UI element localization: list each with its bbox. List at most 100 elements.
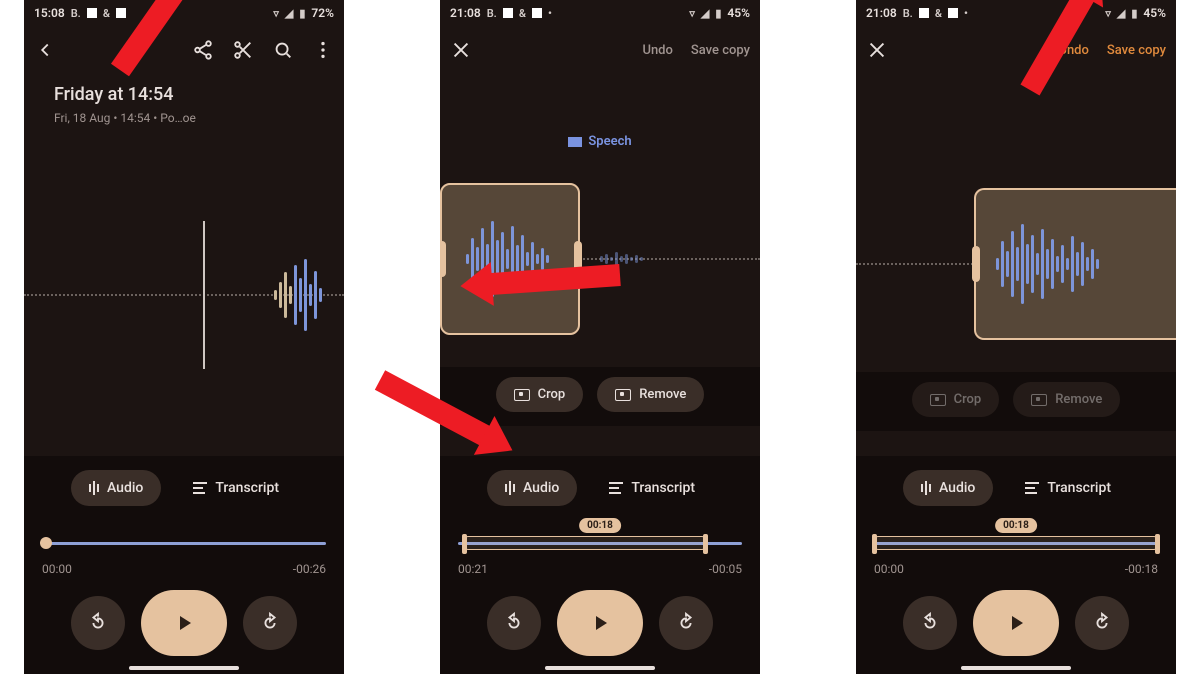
signal-icon: ◢ (701, 7, 709, 20)
seek-range-handle-right[interactable] (703, 534, 708, 554)
time-end: -00:18 (1125, 562, 1158, 576)
crop-handle-left[interactable] (972, 246, 980, 282)
seek-range[interactable] (464, 536, 706, 550)
player-tabs: Audio Transcript (874, 470, 1158, 506)
signal-icon: ◢ (1117, 7, 1125, 20)
battery-icon: ▮ (715, 7, 721, 20)
status-icon-b: B. (71, 7, 81, 20)
remove-label: Remove (1055, 392, 1102, 407)
player-tabs: Audio Transcript (458, 470, 742, 506)
search-icon[interactable] (272, 39, 294, 61)
status-dot-icon: • (964, 7, 968, 20)
crop-handle-left[interactable] (440, 241, 446, 277)
waveform-bars-outside (600, 252, 643, 266)
waveform-area[interactable] (440, 169, 760, 349)
crop-handle-right[interactable] (574, 241, 582, 277)
recording-title[interactable]: Friday at 14:54 (54, 84, 314, 105)
status-bar: 15:08 B. & ▿ ◢ ▮ 72% (24, 0, 344, 26)
recording-subtitle: Fri, 18 Aug • 14:54 • Po…oe (54, 111, 314, 125)
forward-button[interactable] (659, 596, 713, 650)
status-time: 21:08 (450, 6, 481, 20)
playback-controls (458, 590, 742, 656)
crop-action-row: Crop Remove (440, 367, 760, 426)
close-icon[interactable] (866, 39, 888, 61)
tab-audio[interactable]: Audio (71, 470, 161, 506)
status-app-icon (116, 8, 126, 18)
rewind-button[interactable] (903, 596, 957, 650)
remove-icon (1031, 394, 1047, 406)
save-copy-button[interactable]: Save copy (691, 43, 750, 58)
crop-icon (514, 389, 530, 401)
share-icon[interactable] (192, 39, 214, 61)
tab-transcript[interactable]: Transcript (591, 470, 713, 506)
waveform-area[interactable] (24, 165, 344, 425)
undo-button[interactable]: Undo (642, 43, 672, 58)
nav-pill[interactable] (961, 666, 1071, 670)
seek-bar[interactable]: 00:18 (458, 524, 742, 558)
play-button[interactable] (557, 590, 643, 656)
remove-label: Remove (639, 387, 686, 402)
tab-transcript[interactable]: Transcript (175, 470, 297, 506)
save-copy-button[interactable]: Save copy (1107, 43, 1166, 58)
scissors-icon[interactable] (232, 39, 254, 61)
player-panel: Audio Transcript 00:00 -00:26 (24, 456, 344, 674)
seek-bar[interactable]: 00:18 (874, 524, 1158, 558)
player-panel: Audio Transcript 00:18 00:00 -00:18 (856, 456, 1176, 674)
time-end: -00:05 (709, 562, 742, 576)
status-icon-amp: & (935, 7, 942, 20)
rewind-button[interactable] (487, 596, 541, 650)
audio-icon (921, 481, 931, 495)
player-panel: Audio Transcript 00:18 00:21 -00:05 (440, 456, 760, 674)
seek-badge: 00:18 (579, 518, 621, 533)
waveform-bars (274, 259, 322, 331)
status-app-icon (919, 8, 929, 18)
seek-range-handle-right[interactable] (1155, 534, 1160, 554)
audio-icon (505, 481, 515, 495)
top-bar (24, 26, 344, 74)
back-icon[interactable] (34, 39, 56, 61)
wifi-icon: ▿ (1105, 7, 1111, 20)
speech-chip: Speech (440, 134, 760, 149)
crop-label: Crop (954, 392, 982, 407)
phone-screen-3: 21:08 B. & • ▿ ◢ ▮ 45% Undo (856, 0, 1176, 674)
seek-range-handle-left[interactable] (872, 534, 877, 554)
tab-transcript[interactable]: Transcript (1007, 470, 1129, 506)
player-tabs: Audio Transcript (42, 470, 326, 506)
status-time: 15:08 (34, 6, 65, 20)
transcript-icon (193, 482, 207, 494)
seek-range[interactable] (874, 536, 1158, 550)
nav-pill[interactable] (129, 666, 239, 670)
nav-pill[interactable] (545, 666, 655, 670)
rewind-button[interactable] (71, 596, 125, 650)
seek-bar[interactable] (42, 524, 326, 558)
close-icon[interactable] (450, 39, 472, 61)
tab-transcript-label: Transcript (215, 480, 279, 496)
status-icon-amp: & (103, 7, 110, 20)
waveform-area[interactable] (856, 174, 1176, 354)
speech-chip-label: Speech (588, 134, 631, 149)
seek-badge: 00:18 (995, 518, 1037, 533)
battery-icon: ▮ (299, 7, 305, 20)
crop-icon (930, 394, 946, 406)
forward-button[interactable] (243, 596, 297, 650)
undo-button[interactable]: Undo (1058, 43, 1088, 58)
play-button[interactable] (141, 590, 227, 656)
crop-button[interactable]: Crop (496, 377, 584, 412)
time-start: 00:21 (458, 562, 488, 576)
recording-header: Friday at 14:54 Fri, 18 Aug • 14:54 • Po… (24, 74, 344, 125)
forward-button[interactable] (1075, 596, 1129, 650)
waveform-bars (996, 224, 1099, 304)
crop-label: Crop (538, 387, 566, 402)
remove-button[interactable]: Remove (597, 377, 704, 412)
tab-transcript-label: Transcript (1047, 480, 1111, 496)
status-battery: 45% (727, 6, 750, 20)
time-end: -00:26 (293, 562, 326, 576)
play-button[interactable] (973, 590, 1059, 656)
signal-icon: ◢ (285, 7, 293, 20)
tab-audio[interactable]: Audio (903, 470, 993, 506)
status-app-icon (87, 8, 97, 18)
seek-range-handle-left[interactable] (462, 534, 467, 554)
tab-transcript-label: Transcript (631, 480, 695, 496)
tab-audio[interactable]: Audio (487, 470, 577, 506)
more-icon[interactable] (312, 39, 334, 61)
